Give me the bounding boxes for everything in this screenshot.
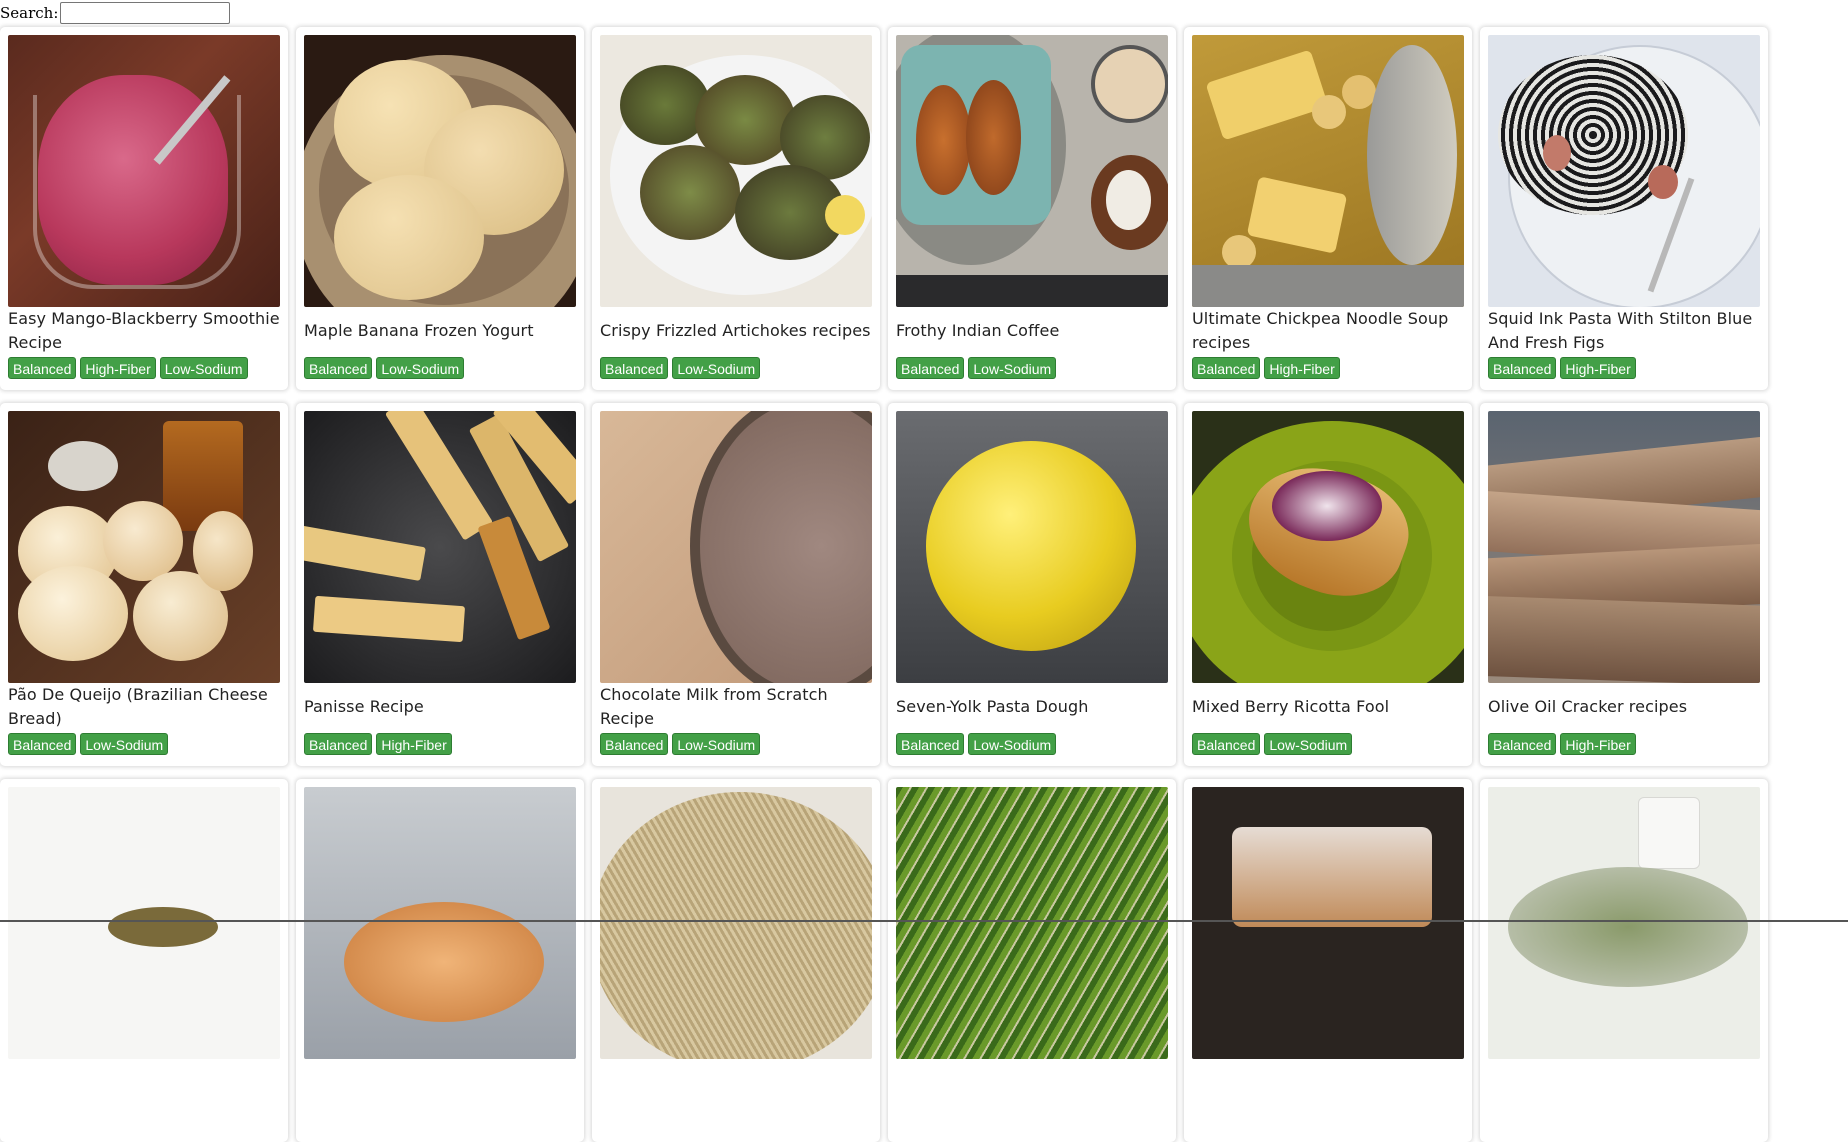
- tag-list: Balanced High-Fiber: [1192, 357, 1464, 379]
- tag-list: Balanced High-Fiber Low-Sodium: [8, 357, 280, 379]
- recipe-card[interactable]: Chocolate Milk from Scratch Recipe Balan…: [592, 403, 880, 766]
- recipe-card[interactable]: [0, 779, 288, 1142]
- tag-high-fiber: High-Fiber: [1560, 357, 1635, 379]
- tag-high-fiber: High-Fiber: [376, 733, 451, 755]
- tag-list: Balanced Low-Sodium: [1192, 733, 1464, 755]
- recipe-image[interactable]: [600, 411, 872, 683]
- recipe-title[interactable]: Mixed Berry Ricotta Fool: [1192, 683, 1464, 731]
- recipe-image[interactable]: [1192, 35, 1464, 307]
- recipe-card[interactable]: Panisse Recipe Balanced High-Fiber: [296, 403, 584, 766]
- search-bar: Search:: [0, 0, 230, 26]
- recipe-card[interactable]: Maple Banana Frozen Yogurt Balanced Low-…: [296, 27, 584, 390]
- recipe-card[interactable]: [296, 779, 584, 1142]
- recipe-card[interactable]: Olive Oil Cracker recipes Balanced High-…: [1480, 403, 1768, 766]
- recipe-title[interactable]: Seven-Yolk Pasta Dough: [896, 683, 1168, 731]
- recipe-title[interactable]: Panisse Recipe: [304, 683, 576, 731]
- recipe-card[interactable]: Frothy Indian Coffee Balanced Low-Sodium: [888, 27, 1176, 390]
- tag-low-sodium: Low-Sodium: [672, 733, 760, 755]
- recipe-image[interactable]: [1488, 787, 1760, 1059]
- tag-balanced: Balanced: [304, 357, 372, 379]
- recipe-card[interactable]: Squid Ink Pasta With Stilton Blue And Fr…: [1480, 27, 1768, 390]
- tag-low-sodium: Low-Sodium: [968, 357, 1056, 379]
- tag-list: Balanced Low-Sodium: [896, 357, 1168, 379]
- recipe-card[interactable]: [1480, 779, 1768, 1142]
- tag-low-sodium: Low-Sodium: [376, 357, 464, 379]
- recipe-image[interactable]: [8, 787, 280, 1059]
- tag-low-sodium: Low-Sodium: [1264, 733, 1352, 755]
- tag-list: Balanced High-Fiber: [1488, 733, 1760, 755]
- recipe-title[interactable]: Squid Ink Pasta With Stilton Blue And Fr…: [1488, 307, 1760, 355]
- tag-list: Balanced Low-Sodium: [8, 733, 280, 755]
- tag-low-sodium: Low-Sodium: [968, 733, 1056, 755]
- recipe-title[interactable]: Easy Mango-Blackberry Smoothie Recipe: [8, 307, 280, 355]
- recipe-card[interactable]: Mixed Berry Ricotta Fool Balanced Low-So…: [1184, 403, 1472, 766]
- recipe-image[interactable]: [896, 787, 1168, 1059]
- recipe-card[interactable]: [1184, 779, 1472, 1142]
- tag-high-fiber: High-Fiber: [1264, 357, 1339, 379]
- tag-high-fiber: High-Fiber: [1560, 733, 1635, 755]
- tag-list: Balanced Low-Sodium: [896, 733, 1168, 755]
- tag-list: Balanced Low-Sodium: [304, 357, 576, 379]
- recipe-title[interactable]: Pão De Queijo (Brazilian Cheese Bread): [8, 683, 280, 731]
- recipe-image[interactable]: [304, 411, 576, 683]
- recipe-image[interactable]: [304, 35, 576, 307]
- recipe-image[interactable]: [896, 35, 1168, 307]
- recipe-image[interactable]: [8, 35, 280, 307]
- recipe-image[interactable]: [600, 787, 872, 1059]
- recipe-title[interactable]: Ultimate Chickpea Noodle Soup recipes: [1192, 307, 1464, 355]
- tag-low-sodium: Low-Sodium: [672, 357, 760, 379]
- recipe-card[interactable]: [592, 779, 880, 1142]
- recipe-grid: Easy Mango-Blackberry Smoothie Recipe Ba…: [0, 27, 1770, 1142]
- tag-balanced: Balanced: [1488, 357, 1556, 379]
- search-input[interactable]: [60, 2, 230, 24]
- tag-balanced: Balanced: [600, 357, 668, 379]
- tag-list: Balanced High-Fiber: [304, 733, 576, 755]
- recipe-card[interactable]: Crispy Frizzled Artichokes recipes Balan…: [592, 27, 880, 390]
- recipe-title[interactable]: Olive Oil Cracker recipes: [1488, 683, 1760, 731]
- tag-balanced: Balanced: [896, 357, 964, 379]
- tag-balanced: Balanced: [8, 357, 76, 379]
- recipe-card[interactable]: Ultimate Chickpea Noodle Soup recipes Ba…: [1184, 27, 1472, 390]
- tag-low-sodium: Low-Sodium: [160, 357, 248, 379]
- recipe-image[interactable]: [1192, 787, 1464, 1059]
- tag-low-sodium: Low-Sodium: [80, 733, 168, 755]
- recipe-title[interactable]: Frothy Indian Coffee: [896, 307, 1168, 355]
- recipe-title[interactable]: Crispy Frizzled Artichokes recipes: [600, 307, 872, 355]
- recipe-title[interactable]: Chocolate Milk from Scratch Recipe: [600, 683, 872, 731]
- tag-balanced: Balanced: [1192, 357, 1260, 379]
- tag-list: Balanced Low-Sodium: [600, 733, 872, 755]
- tag-balanced: Balanced: [304, 733, 372, 755]
- recipe-image[interactable]: [304, 787, 576, 1059]
- tag-balanced: Balanced: [8, 733, 76, 755]
- tag-balanced: Balanced: [600, 733, 668, 755]
- recipe-card[interactable]: [888, 779, 1176, 1142]
- recipe-card[interactable]: Seven-Yolk Pasta Dough Balanced Low-Sodi…: [888, 403, 1176, 766]
- tag-balanced: Balanced: [1488, 733, 1556, 755]
- recipe-image[interactable]: [8, 411, 280, 683]
- tag-list: Balanced High-Fiber: [1488, 357, 1760, 379]
- tag-balanced: Balanced: [896, 733, 964, 755]
- recipe-image[interactable]: [896, 411, 1168, 683]
- recipe-image[interactable]: [1488, 35, 1760, 307]
- recipe-title[interactable]: Maple Banana Frozen Yogurt: [304, 307, 576, 355]
- recipe-image[interactable]: [1192, 411, 1464, 683]
- recipe-image[interactable]: [600, 35, 872, 307]
- tag-balanced: Balanced: [1192, 733, 1260, 755]
- recipe-image[interactable]: [1488, 411, 1760, 683]
- search-label: Search:: [0, 4, 58, 22]
- tag-high-fiber: High-Fiber: [80, 357, 155, 379]
- recipe-card[interactable]: Pão De Queijo (Brazilian Cheese Bread) B…: [0, 403, 288, 766]
- tag-list: Balanced Low-Sodium: [600, 357, 872, 379]
- recipe-card[interactable]: Easy Mango-Blackberry Smoothie Recipe Ba…: [0, 27, 288, 390]
